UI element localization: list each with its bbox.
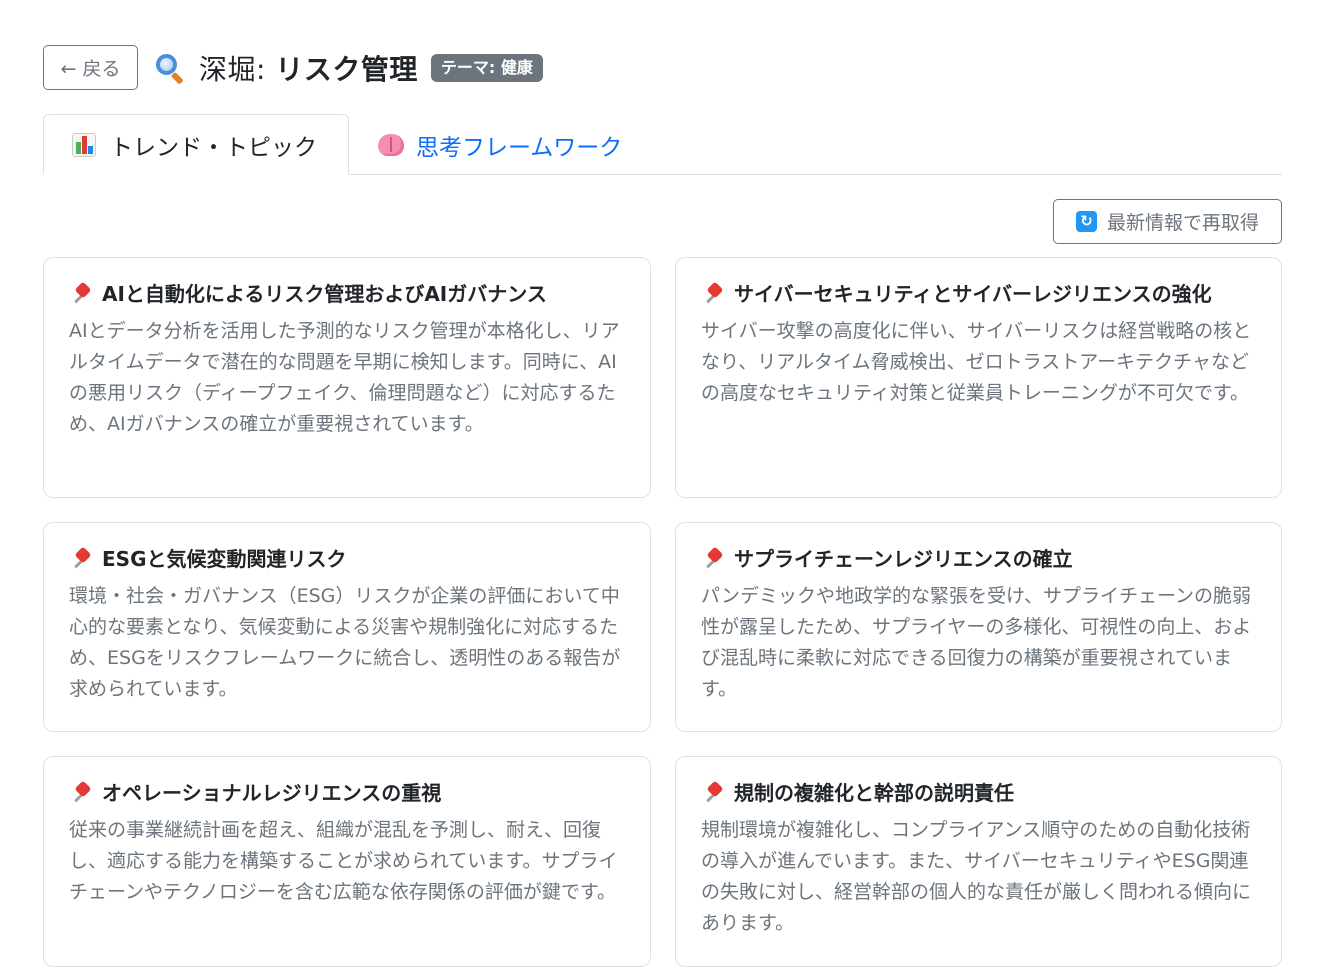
card-description: パンデミックや地政学的な緊張を受け、サプライチェーンの脆弱性が露呈したため、サプ… (701, 585, 1252, 700)
trend-card: オペレーショナルレジリエンスの重視 従来の事業継続計画を超え、組織が混乱を予測し… (43, 756, 651, 967)
page-header: ← 戻る 深堀: リスク管理 テーマ: 健康 (43, 45, 543, 90)
card-title: AIと自動化によるリスク管理およびAIガバナンス (69, 280, 626, 308)
card-title: 規制の複雑化と幹部の説明責任 (701, 779, 1257, 807)
card-title-text: オペレーショナルレジリエンスの重視 (102, 781, 442, 805)
card-description: AIとデータ分析を活用した予測的なリスク管理が本格化し、リアルタイムデータで潜在… (69, 320, 620, 435)
tab-label: トレンド・トピック (110, 134, 317, 161)
refresh-button[interactable]: ↻ 最新情報で再取得 (1053, 199, 1282, 244)
card-title-text: サプライチェーンレジリエンスの確立 (734, 547, 1073, 571)
refresh-icon: ↻ (1075, 211, 1097, 232)
refresh-label: 最新情報で再取得 (1106, 212, 1259, 234)
pushpin-icon (69, 281, 92, 305)
page-title: 深堀: リスク管理 (199, 48, 418, 88)
card-title-text: AIと自動化によるリスク管理およびAIガバナンス (102, 282, 547, 306)
title-group: 深堀: リスク管理 テーマ: 健康 (155, 48, 543, 88)
card-title: オペレーショナルレジリエンスの重視 (69, 779, 626, 807)
card-description: 環境・社会・ガバナンス（ESG）リスクが企業の評価において中心的な要素となり、気… (69, 585, 621, 700)
page-title-topic: リスク管理 (275, 52, 418, 86)
tab-label: 思考フレームワーク (416, 134, 623, 161)
tab-trend-topics[interactable]: トレンド・トピック (43, 114, 349, 175)
deep-dive-page: ← 戻る 深堀: リスク管理 テーマ: 健康 トレンド・トピック 思考フレームワ… (0, 0, 1334, 970)
card-title-text: サイバーセキュリティとサイバーレジリエンスの強化 (734, 282, 1212, 306)
back-button[interactable]: ← 戻る (43, 45, 138, 90)
card-title: サプライチェーンレジリエンスの確立 (701, 545, 1257, 573)
magnifying-glass-icon (155, 53, 185, 85)
trend-card: ESGと気候変動関連リスク 環境・社会・ガバナンス（ESG）リスクが企業の評価に… (43, 522, 651, 732)
pushpin-icon (701, 281, 724, 305)
card-title: サイバーセキュリティとサイバーレジリエンスの強化 (701, 280, 1257, 308)
page-title-prefix: 深堀: (199, 52, 276, 86)
brain-icon (378, 133, 404, 156)
pushpin-icon (69, 780, 92, 804)
card-title-text: ESGと気候変動関連リスク (102, 547, 347, 571)
theme-badge: テーマ: 健康 (430, 53, 543, 82)
trend-card: AIと自動化によるリスク管理およびAIガバナンス AIとデータ分析を活用した予測… (43, 257, 651, 498)
trend-card: サイバーセキュリティとサイバーレジリエンスの強化 サイバー攻撃の高度化に伴い、サ… (675, 257, 1282, 498)
bar-chart-icon (72, 132, 96, 157)
trend-card: 規制の複雑化と幹部の説明責任 規制環境が複雑化し、コンプライアンス順守のための自… (675, 756, 1282, 967)
trend-card: サプライチェーンレジリエンスの確立 パンデミックや地政学的な緊張を受け、サプライ… (675, 522, 1282, 732)
pushpin-icon (701, 546, 724, 570)
card-title-text: 規制の複雑化と幹部の説明責任 (734, 781, 1014, 805)
tab-thinking-framework[interactable]: 思考フレームワーク (350, 114, 650, 175)
card-title: ESGと気候変動関連リスク (69, 545, 626, 573)
card-description: 規制環境が複雑化し、コンプライアンス順守のための自動化技術の導入が進んでいます。… (701, 819, 1252, 934)
card-description: サイバー攻撃の高度化に伴い、サイバーリスクは経営戦略の核となり、リアルタイム脅威… (701, 320, 1252, 404)
pushpin-icon (69, 546, 92, 570)
pushpin-icon (701, 780, 724, 804)
tab-bar: トレンド・トピック 思考フレームワーク (43, 114, 1282, 175)
card-description: 従来の事業継続計画を超え、組織が混乱を予測し、耐え、回復し、適応する能力を構築す… (69, 819, 618, 903)
